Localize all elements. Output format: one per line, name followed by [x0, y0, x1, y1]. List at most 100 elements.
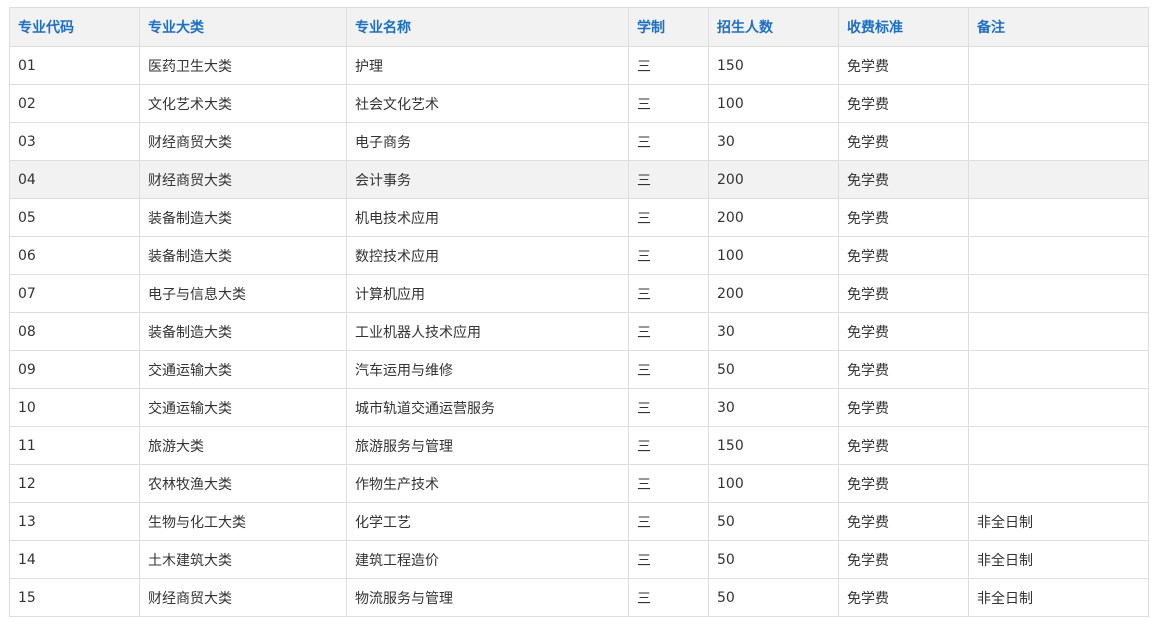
- cell-fee: 免学费: [838, 578, 969, 617]
- cell-major-category: 生物与化工大类: [139, 502, 347, 541]
- table-body: 01 医药卫生大类 护理三 150 免学费 02 文化艺术大类 社会文化艺术三 100 免学费 03…: [9, 46, 1149, 617]
- cell-major-name: 化学工艺: [346, 502, 629, 541]
- header-major-name: 专业名称: [346, 7, 629, 47]
- cell-major-name: 汽车运用与维修: [346, 350, 629, 389]
- cell-remarks: 非全日制: [968, 502, 1149, 541]
- cell-fee: 免学费: [838, 464, 969, 503]
- cell-major-name: 作物生产技术: [346, 464, 629, 503]
- cell-remarks: 非全日制: [968, 578, 1149, 617]
- cell-major-name: 护理: [346, 46, 629, 85]
- table-row: 10 交通运输大类 城市轨道交通运营服务三 30 免学费: [9, 388, 1149, 427]
- header-remarks: 备注: [968, 7, 1149, 47]
- cell-duration: 三: [628, 540, 709, 579]
- cell-major-code: 15: [9, 578, 140, 617]
- cell-duration: 三: [628, 388, 709, 427]
- cell-enrollment: 150: [708, 46, 839, 85]
- cell-major-category: 财经商贸大类: [139, 160, 347, 199]
- cell-major-code: 07: [9, 274, 140, 313]
- cell-duration: 三: [628, 160, 709, 199]
- cell-remarks: [968, 84, 1149, 123]
- table-row: 05 装备制造大类 机电技术应用三 200 免学费: [9, 198, 1149, 237]
- cell-major-category: 装备制造大类: [139, 198, 347, 237]
- cell-major-code: 10: [9, 388, 140, 427]
- cell-enrollment: 100: [708, 236, 839, 275]
- cell-enrollment: 50: [708, 350, 839, 389]
- cell-enrollment: 100: [708, 464, 839, 503]
- table-row: 06 装备制造大类 数控技术应用三 100 免学费: [9, 236, 1149, 275]
- enrollment-table-container: 专业代码 专业大类 专业名称 学制 招生人数 收费标准 备注 01 医药卫生大类护…: [9, 7, 1149, 617]
- cell-major-category: 交通运输大类: [139, 388, 347, 427]
- cell-major-category: 土木建筑大类: [139, 540, 347, 579]
- cell-major-name: 旅游服务与管理: [346, 426, 629, 465]
- cell-remarks: [968, 198, 1149, 237]
- cell-major-code: 01: [9, 46, 140, 85]
- cell-fee: 免学费: [838, 388, 969, 427]
- cell-fee: 免学费: [838, 122, 969, 161]
- cell-remarks: [968, 426, 1149, 465]
- cell-major-name: 会计事务: [346, 160, 629, 199]
- cell-major-category: 医药卫生大类: [139, 46, 347, 85]
- cell-remarks: [968, 388, 1149, 427]
- enrollment-table: 专业代码 专业大类 专业名称 学制 招生人数 收费标准 备注 01 医药卫生大类护…: [9, 7, 1149, 617]
- table-row: 02 文化艺术大类 社会文化艺术三 100 免学费: [9, 84, 1149, 123]
- cell-fee: 免学费: [838, 274, 969, 313]
- cell-major-code: 03: [9, 122, 140, 161]
- cell-duration: 三: [628, 312, 709, 351]
- cell-duration: 三: [628, 578, 709, 617]
- cell-major-category: 交通运输大类: [139, 350, 347, 389]
- cell-enrollment: 50: [708, 578, 839, 617]
- table-row: 08 装备制造大类 工业机器人技术应用三 30 免学费: [9, 312, 1149, 351]
- cell-duration: 三: [628, 350, 709, 389]
- table-row: 14 土木建筑大类 建筑工程造价三 50 免学费 非全日制: [9, 540, 1149, 579]
- cell-major-category: 旅游大类: [139, 426, 347, 465]
- cell-major-code: 02: [9, 84, 140, 123]
- header-major-code: 专业代码: [9, 7, 140, 47]
- cell-major-category: 文化艺术大类: [139, 84, 347, 123]
- cell-duration: 三: [628, 426, 709, 465]
- table-row: 13 生物与化工大类 化学工艺三 50 免学费 非全日制: [9, 502, 1149, 541]
- cell-enrollment: 30: [708, 312, 839, 351]
- cell-remarks: [968, 160, 1149, 199]
- table-row: 01 医药卫生大类 护理三 150 免学费: [9, 46, 1149, 85]
- cell-major-category: 电子与信息大类: [139, 274, 347, 313]
- table-header-row: 专业代码 专业大类 专业名称 学制 招生人数 收费标准 备注: [9, 7, 1149, 47]
- cell-duration: 三: [628, 46, 709, 85]
- cell-duration: 三: [628, 464, 709, 503]
- cell-fee: 免学费: [838, 312, 969, 351]
- cell-remarks: [968, 350, 1149, 389]
- cell-major-name: 计算机应用: [346, 274, 629, 313]
- cell-major-code: 09: [9, 350, 140, 389]
- table-row: 07 电子与信息大类 计算机应用三 200 免学费: [9, 274, 1149, 313]
- cell-fee: 免学费: [838, 540, 969, 579]
- header-major-category: 专业大类: [139, 7, 347, 47]
- cell-enrollment: 200: [708, 198, 839, 237]
- cell-major-code: 11: [9, 426, 140, 465]
- cell-duration: 三: [628, 502, 709, 541]
- cell-fee: 免学费: [838, 502, 969, 541]
- cell-duration: 三: [628, 236, 709, 275]
- cell-major-code: 06: [9, 236, 140, 275]
- cell-major-code: 04: [9, 160, 140, 199]
- cell-major-name: 数控技术应用: [346, 236, 629, 275]
- cell-enrollment: 200: [708, 160, 839, 199]
- cell-enrollment: 100: [708, 84, 839, 123]
- cell-duration: 三: [628, 84, 709, 123]
- cell-duration: 三: [628, 122, 709, 161]
- cell-major-category: 装备制造大类: [139, 312, 347, 351]
- cell-fee: 免学费: [838, 426, 969, 465]
- cell-fee: 免学费: [838, 160, 969, 199]
- cell-major-code: 05: [9, 198, 140, 237]
- cell-fee: 免学费: [838, 198, 969, 237]
- cell-major-name: 物流服务与管理: [346, 578, 629, 617]
- header-duration: 学制: [628, 7, 709, 47]
- header-fee: 收费标准: [838, 7, 969, 47]
- table-row: 12 农林牧渔大类 作物生产技术三 100 免学费: [9, 464, 1149, 503]
- cell-remarks: [968, 236, 1149, 275]
- cell-enrollment: 50: [708, 502, 839, 541]
- cell-remarks: [968, 464, 1149, 503]
- cell-major-name: 电子商务: [346, 122, 629, 161]
- cell-enrollment: 50: [708, 540, 839, 579]
- header-enrollment: 招生人数: [708, 7, 839, 47]
- cell-enrollment: 200: [708, 274, 839, 313]
- cell-major-category: 财经商贸大类: [139, 122, 347, 161]
